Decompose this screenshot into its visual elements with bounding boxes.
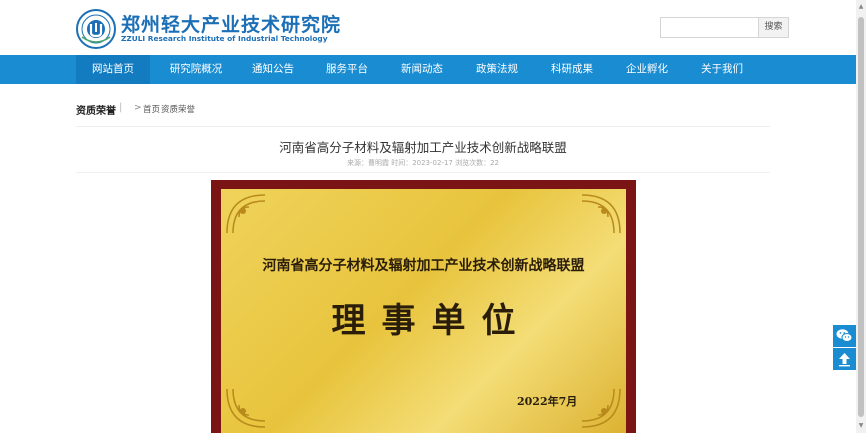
nav-item-research-results[interactable]: 科研成果 [537, 55, 607, 84]
site-header: 郑州轻大产业技术研究院 ZZULI Research Institute of … [0, 0, 866, 55]
breadcrumb-arrow: > [134, 103, 142, 113]
nav-item-about-us[interactable]: 关于我们 [687, 55, 757, 84]
page-scrollbar[interactable]: ▲ ▼ [856, 0, 866, 433]
ornament-corner-icon [226, 194, 266, 234]
search-input[interactable] [660, 17, 758, 38]
breadcrumb-divider [76, 126, 770, 127]
scroll-down-arrow-icon[interactable]: ▼ [856, 421, 866, 431]
plaque-organization-name: 河南省高分子材料及辐射加工产业技术创新战略联盟 [262, 258, 585, 274]
arrow-up-icon [839, 353, 850, 367]
plaque-date: 2022年7月 [517, 395, 578, 408]
ornament-corner-icon [581, 194, 621, 234]
certificate-plaque-image: 河南省高分子材料及辐射加工产业技术创新战略联盟 理事单位 2022年7月 [211, 180, 636, 433]
section-title: 资质荣誉 [76, 106, 116, 117]
article-title: 河南省高分子材料及辐射加工产业技术创新战略联盟 [279, 140, 567, 155]
nav-item-news[interactable]: 新闻动态 [387, 55, 457, 84]
ornament-corner-icon [226, 388, 266, 428]
wechat-float-button[interactable] [833, 325, 856, 347]
institute-logo-icon[interactable] [76, 9, 116, 49]
site-name[interactable]: 郑州轻大产业技术研究院 [121, 10, 341, 37]
nav-item-notices[interactable]: 通知公告 [238, 55, 308, 84]
wechat-icon [836, 329, 853, 342]
ornament-corner-icon [581, 388, 621, 428]
scroll-thumb[interactable] [858, 17, 864, 417]
article-divider [76, 172, 770, 173]
nav-item-home[interactable]: 网站首页 [76, 55, 150, 84]
nav-item-overview[interactable]: 研究院概况 [157, 55, 235, 84]
nav-item-service-platform[interactable]: 服务平台 [312, 55, 382, 84]
search-button[interactable]: 搜索 [758, 17, 789, 38]
plaque-gold-panel: 河南省高分子材料及辐射加工产业技术创新战略联盟 理事单位 2022年7月 [221, 189, 626, 433]
site-name-english[interactable]: ZZULI Research Institute of Industrial T… [121, 34, 328, 43]
breadcrumb-separator: | [119, 102, 123, 113]
breadcrumb-home-link[interactable]: 首页 [143, 103, 160, 115]
article-meta: 来源：曹明霞 时间：2023-02-17 浏览次数：22 [346, 159, 500, 167]
nav-item-policies[interactable]: 政策法规 [462, 55, 532, 84]
main-nav: 网站首页 研究院概况 通知公告 服务平台 新闻动态 政策法规 科研成果 企业孵化… [0, 55, 856, 84]
plaque-title: 理事单位 [331, 301, 532, 341]
scroll-up-arrow-icon[interactable]: ▲ [856, 2, 866, 12]
breadcrumb-current-link[interactable]: 资质荣誉 [161, 103, 195, 115]
back-to-top-button[interactable] [833, 348, 856, 370]
nav-item-incubation[interactable]: 企业孵化 [612, 55, 682, 84]
